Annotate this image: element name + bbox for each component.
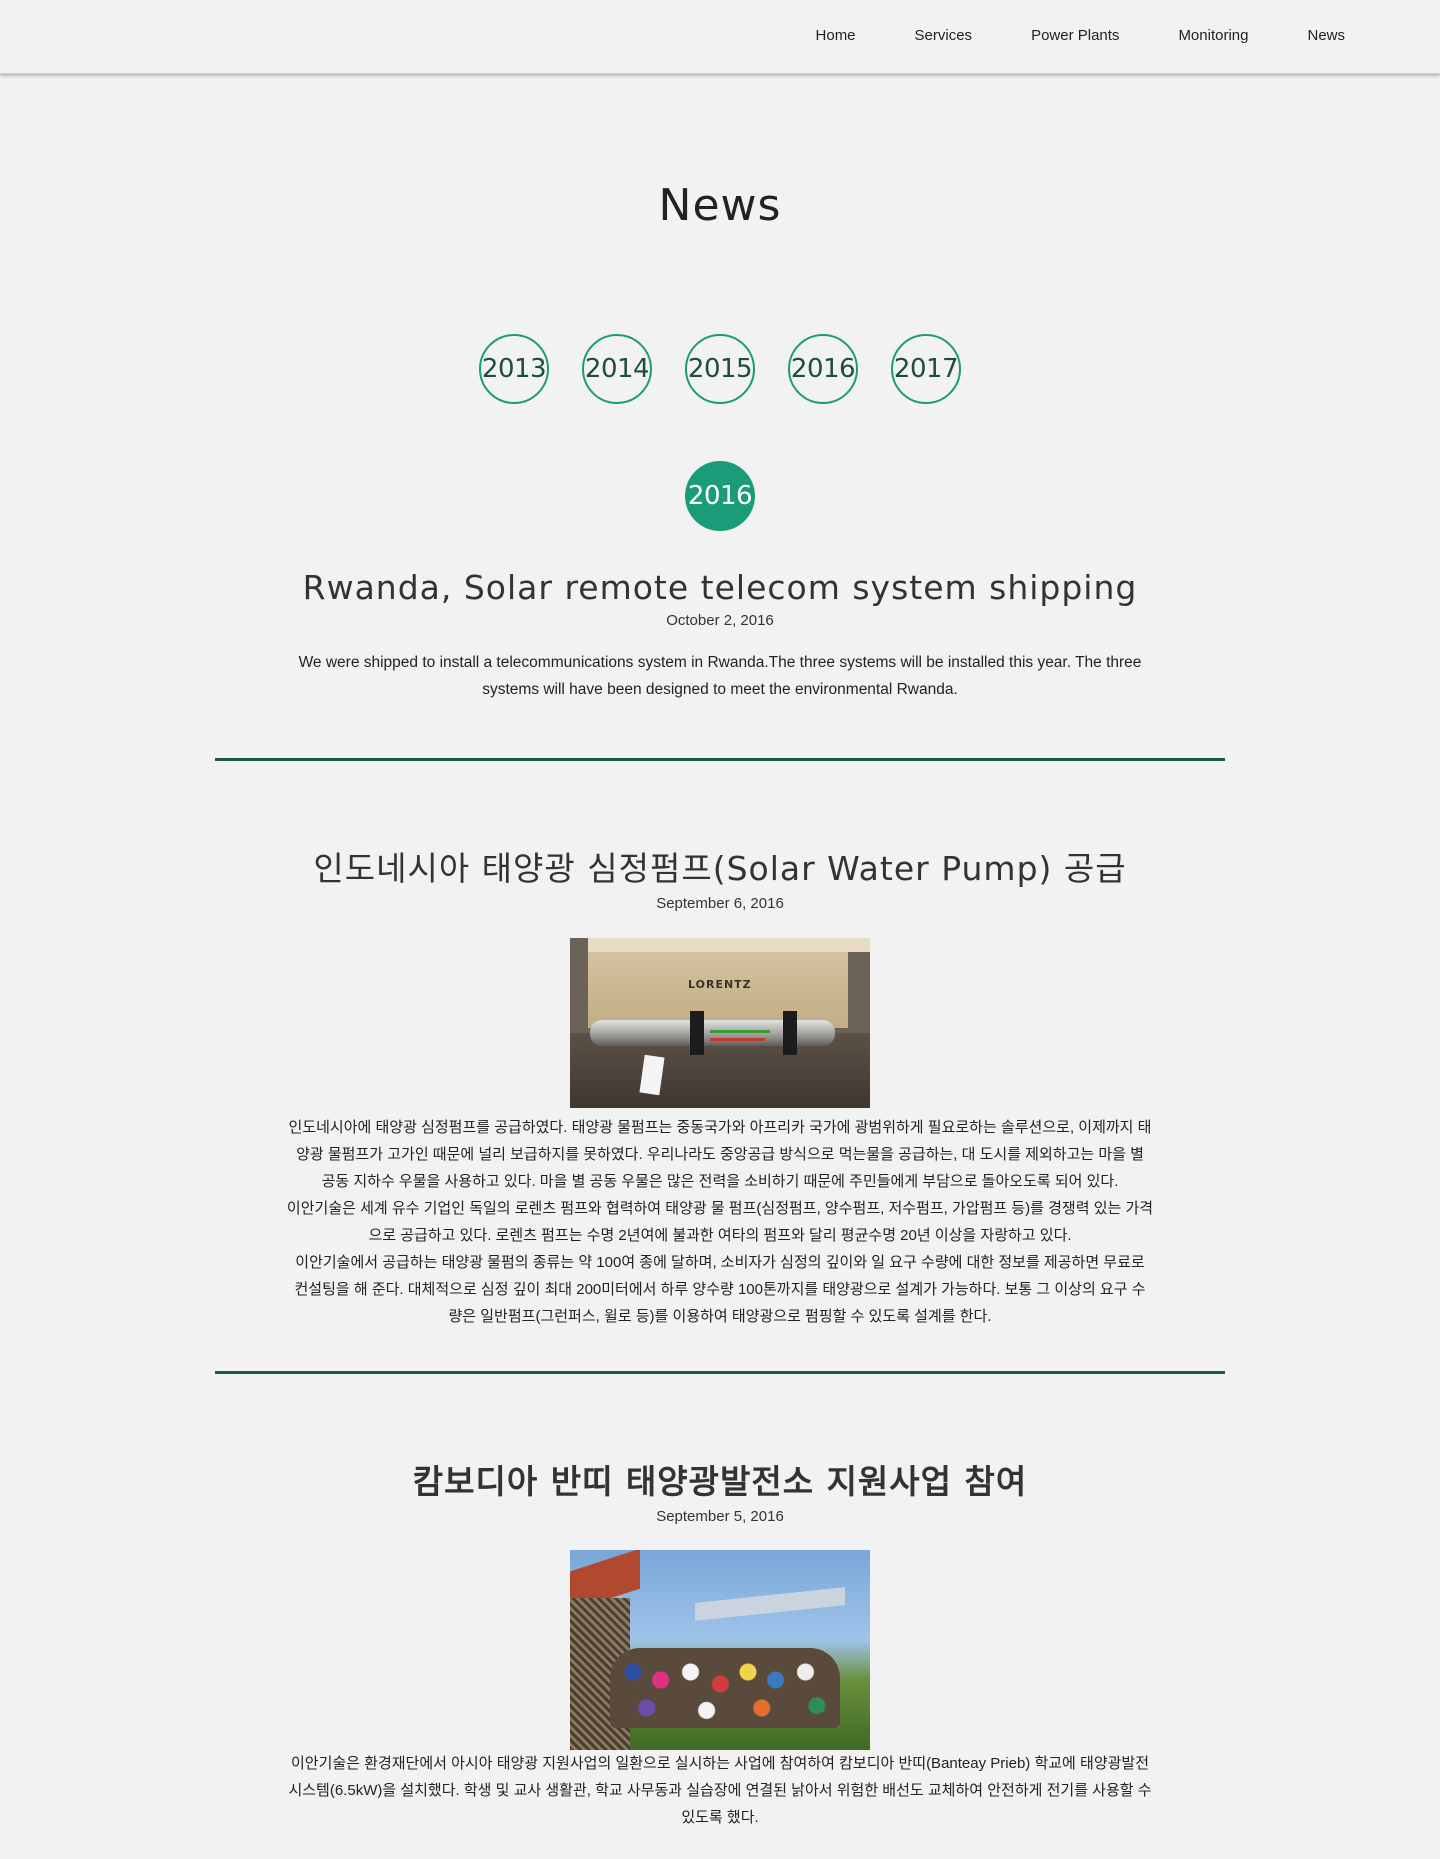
nav-monitoring-link[interactable]: Monitoring bbox=[1178, 27, 1248, 44]
page-title: News bbox=[658, 180, 782, 231]
year-button-2014[interactable]: 2014 bbox=[582, 334, 652, 404]
post-date: October 2, 2016 bbox=[666, 612, 774, 629]
main-nav: Home Services Power Plants Monitoring Ne… bbox=[816, 0, 1345, 70]
post-body-line: 이안기술은 환경재단에서 아시아 태양광 지원사업의 일환으로 실시하는 사업에… bbox=[290, 1755, 1150, 1772]
nav-power-plants-link[interactable]: Power Plants bbox=[1031, 27, 1119, 44]
post-body-line: 이안기술은 세계 유수 기업인 독일의 로렌츠 펌프와 협력하여 태양광 물 펌… bbox=[286, 1200, 1154, 1217]
post-body-line: 공동 지하수 우물을 사용하고 있다. 마을 별 공동 우물은 많은 전력을 소… bbox=[321, 1173, 1119, 1190]
post-body-line: 시스템(6.5kW)을 설치했다. 학생 및 교사 생활관, 학교 사무동과 실… bbox=[288, 1782, 1152, 1799]
post-title[interactable]: 캄보디아 반띠 태양광발전소 지원사업 참여 bbox=[215, 1455, 1225, 1503]
nav-services-link[interactable]: Services bbox=[915, 27, 973, 44]
post-body-line: 양광 물펌프가 고가인 때문에 널리 보급하지를 못하였다. 우리나라도 중앙공… bbox=[296, 1146, 1144, 1163]
post-title[interactable]: Rwanda, Solar remote telecom system ship… bbox=[215, 568, 1225, 607]
post-body-line: 량은 일반펌프(그런퍼스, 윌로 등)를 이용하여 태양광으로 펌핑할 수 있도… bbox=[448, 1308, 992, 1325]
post-body-line: 인도네시아에 태양광 심정펌프를 공급하였다. 태양광 물펌프는 중동국가와 아… bbox=[288, 1119, 1152, 1136]
post-body-line: systems will have been designed to meet … bbox=[482, 681, 958, 698]
top-navbar: Home Services Power Plants Monitoring Ne… bbox=[0, 0, 1440, 74]
post-body-line: 으로 공급하고 있다. 로렌츠 펌프는 수명 2년여에 불과한 여타의 펌프와 … bbox=[368, 1227, 1072, 1244]
year-button-2016[interactable]: 2016 bbox=[788, 334, 858, 404]
current-year-badge: 2016 bbox=[685, 461, 755, 531]
post-date: September 6, 2016 bbox=[656, 895, 784, 912]
year-filter: 2013 2014 2015 2016 2017 bbox=[0, 334, 1440, 404]
pump-brand-label: LORENTZ bbox=[688, 978, 752, 991]
post-title[interactable]: 인도네시아 태양광 심정펌프(Solar Water Pump) 공급 bbox=[215, 842, 1225, 890]
post-body: 인도네시아에 태양광 심정펌프를 공급하였다. 태양광 물펌프는 중동국가와 아… bbox=[260, 1114, 1180, 1330]
solar-pump-photo: LORENTZ bbox=[570, 938, 870, 1108]
year-button-2013[interactable]: 2013 bbox=[479, 334, 549, 404]
cambodia-group-photo bbox=[570, 1550, 870, 1750]
news-post-cambodia: 캄보디아 반띠 태양광발전소 지원사업 참여 September 5, 2016… bbox=[215, 1455, 1225, 1831]
news-post-rwanda: Rwanda, Solar remote telecom system ship… bbox=[215, 568, 1225, 703]
year-button-2015[interactable]: 2015 bbox=[685, 334, 755, 404]
nav-news-link[interactable]: News bbox=[1307, 27, 1345, 44]
nav-home-link[interactable]: Home bbox=[816, 27, 856, 44]
post-body-line: 이안기술에서 공급하는 태양광 물펌의 종류는 약 100여 종에 달하며, 소… bbox=[295, 1254, 1145, 1271]
post-date: September 5, 2016 bbox=[656, 1508, 784, 1525]
post-body: We were shipped to install a telecommuni… bbox=[260, 649, 1180, 703]
post-divider bbox=[215, 758, 1225, 761]
year-button-2017[interactable]: 2017 bbox=[891, 334, 961, 404]
news-post-indonesia-pump: 인도네시아 태양광 심정펌프(Solar Water Pump) 공급 Sept… bbox=[215, 842, 1225, 1330]
post-body-line: We were shipped to install a telecommuni… bbox=[298, 654, 1142, 671]
post-body-line: 컨설팅을 해 준다. 대체적으로 심정 깊이 최대 200미터에서 하루 양수량… bbox=[294, 1281, 1146, 1298]
post-body-line: 있도록 했다. bbox=[681, 1809, 759, 1826]
post-body: 이안기술은 환경재단에서 아시아 태양광 지원사업의 일환으로 실시하는 사업에… bbox=[260, 1750, 1180, 1831]
post-divider bbox=[215, 1371, 1225, 1374]
pump-box: LORENTZ bbox=[588, 938, 870, 1028]
